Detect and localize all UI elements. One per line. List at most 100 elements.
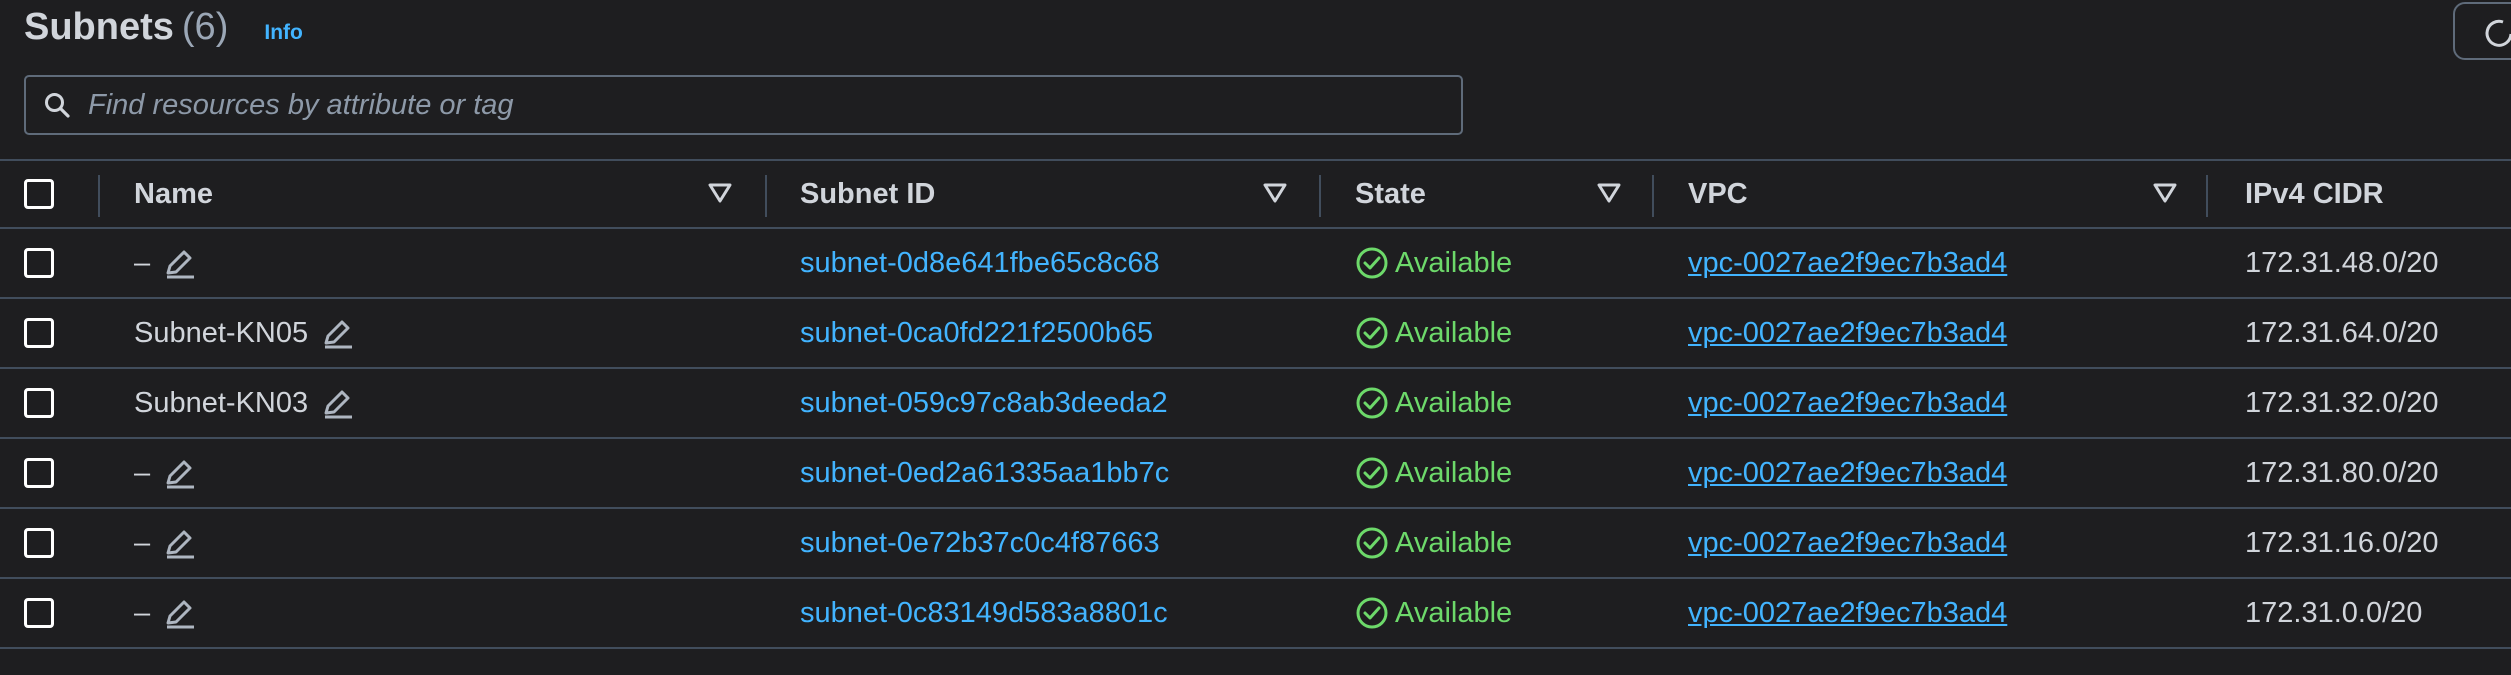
subnet-id-link[interactable]: subnet-0e72b37c0c4f87663 (800, 527, 1160, 560)
name-cell: Subnet-KN03 (134, 369, 354, 437)
row-checkbox[interactable] (24, 528, 54, 558)
refresh-icon (2485, 19, 2511, 47)
check-circle-icon (1355, 596, 1389, 630)
subnet-name: – (134, 456, 151, 489)
row-checkbox[interactable] (24, 458, 54, 488)
vpc-cell: vpc-0027ae2f9ec7b3ad4 (1688, 229, 2007, 297)
state-cell: Available (1355, 439, 1512, 507)
vpc-cell: vpc-0027ae2f9ec7b3ad4 (1688, 439, 2007, 507)
vpc-cell: vpc-0027ae2f9ec7b3ad4 (1688, 299, 2007, 367)
page-header: Subnets (6) Info (24, 6, 303, 49)
pencil-icon[interactable] (162, 526, 196, 560)
column-divider[interactable] (2206, 175, 2208, 217)
state-label: Available (1395, 456, 1513, 489)
state-cell: Available (1355, 299, 1512, 367)
column-divider[interactable] (1319, 175, 1321, 217)
cidr-value: 172.31.16.0/20 (2245, 526, 2439, 559)
cidr-value: 172.31.80.0/20 (2245, 456, 2439, 489)
row-select-cell (24, 439, 54, 507)
column-header-name[interactable]: Name (134, 161, 213, 227)
pencil-icon[interactable] (320, 316, 354, 350)
name-cell: Subnet-KN05 (134, 299, 354, 367)
pencil-icon[interactable] (162, 456, 196, 490)
filter-triangle-icon[interactable] (708, 183, 732, 203)
subnets-page: Subnets (6) Info Name Subnet ID (0, 0, 2511, 675)
row-select-cell (24, 579, 54, 647)
table-row[interactable]: – subnet-0ed2a61335aa1bb7c Available vpc… (0, 439, 2511, 509)
column-header-subnet-id[interactable]: Subnet ID (800, 161, 935, 227)
subnet-name: Subnet-KN03 (134, 386, 309, 419)
table-row[interactable]: Subnet-KN03 subnet-059c97c8ab3deeda2 Ava… (0, 369, 2511, 439)
filter-triangle-icon[interactable] (2153, 183, 2177, 203)
vpc-link[interactable]: vpc-0027ae2f9ec7b3ad4 (1688, 387, 2007, 420)
row-checkbox[interactable] (24, 248, 54, 278)
state-cell: Available (1355, 369, 1512, 437)
name-cell: – (134, 439, 196, 507)
column-divider (98, 175, 100, 217)
info-link[interactable]: Info (264, 21, 302, 45)
vpc-link[interactable]: vpc-0027ae2f9ec7b3ad4 (1688, 247, 2007, 280)
cidr-value: 172.31.0.0/20 (2245, 596, 2423, 629)
state-cell: Available (1355, 579, 1512, 647)
search-icon (45, 93, 70, 118)
filter-triangle-icon[interactable] (1597, 183, 1621, 203)
vpc-link[interactable]: vpc-0027ae2f9ec7b3ad4 (1688, 457, 2007, 490)
subnet-id-link[interactable]: subnet-0ed2a61335aa1bb7c (800, 457, 1169, 490)
subnets-table: Name Subnet ID State VPC IPv4 CIDR – sub… (0, 159, 2511, 649)
subnet-name: – (134, 526, 151, 559)
name-cell: – (134, 509, 196, 577)
cidr-cell: 172.31.16.0/20 (2245, 509, 2439, 577)
column-header-vpc[interactable]: VPC (1688, 161, 1748, 227)
row-checkbox[interactable] (24, 388, 54, 418)
subnet-id-cell: subnet-0d8e641fbe65c8c68 (800, 229, 1160, 297)
cidr-cell: 172.31.64.0/20 (2245, 299, 2439, 367)
refresh-button[interactable] (2453, 2, 2511, 60)
cidr-cell: 172.31.48.0/20 (2245, 229, 2439, 297)
subnet-id-cell: subnet-059c97c8ab3deeda2 (800, 369, 1168, 437)
pencil-icon[interactable] (162, 596, 196, 630)
subnet-name: Subnet-KN05 (134, 316, 309, 349)
row-select-cell (24, 509, 54, 577)
row-select-cell (24, 229, 54, 297)
state-label: Available (1395, 596, 1513, 629)
select-all-cell (24, 161, 54, 227)
subnet-id-link[interactable]: subnet-059c97c8ab3deeda2 (800, 387, 1168, 420)
table-row[interactable]: – subnet-0c83149d583a8801c Available vpc… (0, 579, 2511, 649)
vpc-link[interactable]: vpc-0027ae2f9ec7b3ad4 (1688, 317, 2007, 350)
state-label: Available (1395, 316, 1513, 349)
select-all-checkbox[interactable] (24, 179, 54, 209)
cidr-value: 172.31.64.0/20 (2245, 316, 2439, 349)
row-select-cell (24, 299, 54, 367)
page-title: Subnets (24, 6, 174, 48)
subnet-id-link[interactable]: subnet-0ca0fd221f2500b65 (800, 317, 1153, 350)
state-cell: Available (1355, 509, 1512, 577)
pencil-icon[interactable] (320, 386, 354, 420)
table-row[interactable]: – subnet-0e72b37c0c4f87663 Available vpc… (0, 509, 2511, 579)
row-checkbox[interactable] (24, 318, 54, 348)
column-header-state[interactable]: State (1355, 161, 1426, 227)
column-divider[interactable] (765, 175, 767, 217)
pencil-icon[interactable] (162, 246, 196, 280)
search-input[interactable] (88, 77, 1461, 133)
table-row[interactable]: Subnet-KN05 subnet-0ca0fd221f2500b65 Ava… (0, 299, 2511, 369)
vpc-link[interactable]: vpc-0027ae2f9ec7b3ad4 (1688, 597, 2007, 630)
subnet-id-cell: subnet-0c83149d583a8801c (800, 579, 1168, 647)
row-select-cell (24, 369, 54, 437)
cidr-cell: 172.31.32.0/20 (2245, 369, 2439, 437)
vpc-link[interactable]: vpc-0027ae2f9ec7b3ad4 (1688, 527, 2007, 560)
state-cell: Available (1355, 229, 1512, 297)
subnet-id-link[interactable]: subnet-0d8e641fbe65c8c68 (800, 247, 1160, 280)
check-circle-icon (1355, 526, 1389, 560)
column-header-ipv4-cidr[interactable]: IPv4 CIDR (2245, 161, 2384, 227)
table-row[interactable]: – subnet-0d8e641fbe65c8c68 Available vpc… (0, 229, 2511, 299)
filter-triangle-icon[interactable] (1263, 183, 1287, 203)
search-bar[interactable] (24, 75, 1463, 135)
cidr-value: 172.31.48.0/20 (2245, 246, 2439, 279)
subnet-id-link[interactable]: subnet-0c83149d583a8801c (800, 597, 1168, 630)
row-checkbox[interactable] (24, 598, 54, 628)
subnet-name: – (134, 246, 151, 279)
check-circle-icon (1355, 386, 1389, 420)
cidr-cell: 172.31.80.0/20 (2245, 439, 2439, 507)
column-divider[interactable] (1652, 175, 1654, 217)
state-label: Available (1395, 386, 1513, 419)
